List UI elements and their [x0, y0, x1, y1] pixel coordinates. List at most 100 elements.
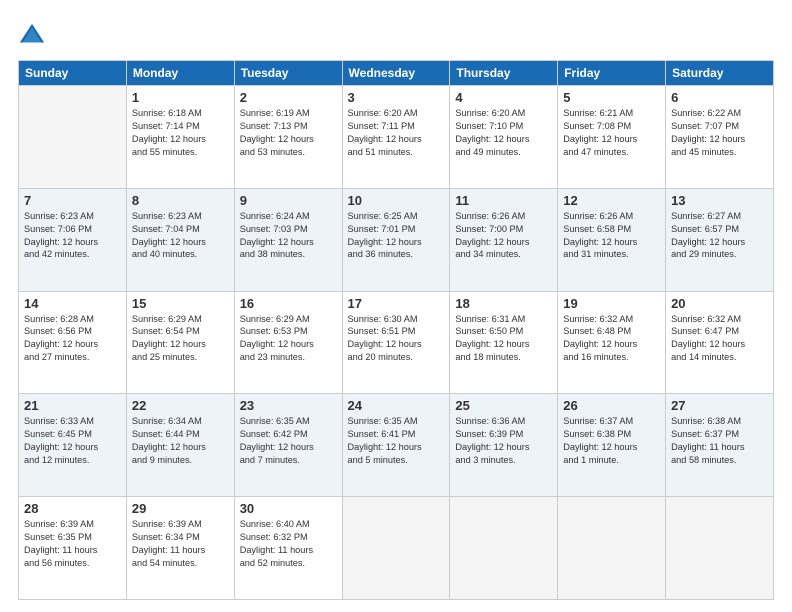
calendar-cell [666, 497, 774, 600]
day-info: Sunrise: 6:18 AM Sunset: 7:14 PM Dayligh… [132, 107, 229, 159]
day-info: Sunrise: 6:29 AM Sunset: 6:54 PM Dayligh… [132, 313, 229, 365]
calendar-day-header: Wednesday [342, 61, 450, 86]
calendar-cell: 30 Sunrise: 6:40 AM Sunset: 6:32 PM Dayli… [234, 497, 342, 600]
day-info: Sunrise: 6:40 AM Sunset: 6:32 PM Dayligh… [240, 518, 337, 570]
calendar-cell: 23Sunrise: 6:35 AM Sunset: 6:42 PM Dayli… [234, 394, 342, 497]
day-number: 2 [240, 90, 337, 105]
day-info: Sunrise: 6:28 AM Sunset: 6:56 PM Dayligh… [24, 313, 121, 365]
calendar-cell: 2 Sunrise: 6:19 AM Sunset: 7:13 PM Daylig… [234, 86, 342, 189]
day-number: 30 [240, 501, 337, 516]
day-info: Sunrise: 6:37 AM Sunset: 6:38 PM Dayligh… [563, 415, 660, 467]
day-number: 6 [671, 90, 768, 105]
calendar-cell: 28 Sunrise: 6:39 AM Sunset: 6:35 PM Dayli… [19, 497, 127, 600]
calendar-cell: 27 Sunrise: 6:38 AM Sunset: 6:37 PM Dayli… [666, 394, 774, 497]
day-number: 20 [671, 296, 768, 311]
calendar-cell: 16 Sunrise: 6:29 AM Sunset: 6:53 PM Dayli… [234, 291, 342, 394]
day-number: 27 [671, 398, 768, 413]
calendar-week-row: 7 Sunrise: 6:23 AM Sunset: 7:06 PM Daylig… [19, 188, 774, 291]
calendar-cell: 22 Sunrise: 6:34 AM Sunset: 6:44 PM Dayli… [126, 394, 234, 497]
day-number: 11 [455, 193, 552, 208]
calendar-cell [342, 497, 450, 600]
day-info: Sunrise: 6:27 AM Sunset: 6:57 PM Dayligh… [671, 210, 768, 262]
calendar-day-header: Tuesday [234, 61, 342, 86]
day-number: 28 [24, 501, 121, 516]
calendar-cell: 9 Sunrise: 6:24 AM Sunset: 7:03 PM Daylig… [234, 188, 342, 291]
logo-icon [18, 22, 46, 50]
calendar-cell [450, 497, 558, 600]
day-info: Sunrise: 6:23 AM Sunset: 7:04 PM Dayligh… [132, 210, 229, 262]
calendar-week-row: 14 Sunrise: 6:28 AM Sunset: 6:56 PM Dayli… [19, 291, 774, 394]
calendar-cell: 24 Sunrise: 6:35 AM Sunset: 6:41 PM Dayli… [342, 394, 450, 497]
day-info: Sunrise: 6:26 AM Sunset: 7:00 PM Dayligh… [455, 210, 552, 262]
day-info: Sunrise: 6:22 AM Sunset: 7:07 PM Dayligh… [671, 107, 768, 159]
day-number: 21 [24, 398, 121, 413]
calendar-week-row: 21 Sunrise: 6:33 AM Sunset: 6:45 PM Dayli… [19, 394, 774, 497]
header [18, 18, 774, 50]
calendar-header-row: SundayMondayTuesdayWednesdayThursdayFrid… [19, 61, 774, 86]
day-info: Sunrise: 6:24 AM Sunset: 7:03 PM Dayligh… [240, 210, 337, 262]
calendar-day-header: Monday [126, 61, 234, 86]
calendar-cell: 15 Sunrise: 6:29 AM Sunset: 6:54 PM Dayli… [126, 291, 234, 394]
calendar-cell: 4Sunrise: 6:20 AM Sunset: 7:10 PM Daylig… [450, 86, 558, 189]
day-number: 8 [132, 193, 229, 208]
day-info: Sunrise: 6:35 AM Sunset: 6:41 PM Dayligh… [348, 415, 445, 467]
page: SundayMondayTuesdayWednesdayThursdayFrid… [0, 0, 792, 612]
calendar-cell: 11 Sunrise: 6:26 AM Sunset: 7:00 PM Dayli… [450, 188, 558, 291]
day-number: 3 [348, 90, 445, 105]
day-info: Sunrise: 6:33 AM Sunset: 6:45 PM Dayligh… [24, 415, 121, 467]
day-number: 29 [132, 501, 229, 516]
day-info: Sunrise: 6:25 AM Sunset: 7:01 PM Dayligh… [348, 210, 445, 262]
day-number: 24 [348, 398, 445, 413]
calendar-cell: 8 Sunrise: 6:23 AM Sunset: 7:04 PM Daylig… [126, 188, 234, 291]
day-info: Sunrise: 6:39 AM Sunset: 6:35 PM Dayligh… [24, 518, 121, 570]
calendar-cell: 14 Sunrise: 6:28 AM Sunset: 6:56 PM Dayli… [19, 291, 127, 394]
day-number: 12 [563, 193, 660, 208]
calendar-day-header: Sunday [19, 61, 127, 86]
day-number: 14 [24, 296, 121, 311]
calendar-day-header: Friday [558, 61, 666, 86]
day-info: Sunrise: 6:32 AM Sunset: 6:47 PM Dayligh… [671, 313, 768, 365]
day-info: Sunrise: 6:35 AM Sunset: 6:42 PM Dayligh… [240, 415, 337, 467]
calendar-cell: 20 Sunrise: 6:32 AM Sunset: 6:47 PM Dayli… [666, 291, 774, 394]
calendar-cell: 12Sunrise: 6:26 AM Sunset: 6:58 PM Dayli… [558, 188, 666, 291]
day-number: 7 [24, 193, 121, 208]
calendar-day-header: Saturday [666, 61, 774, 86]
day-info: Sunrise: 6:31 AM Sunset: 6:50 PM Dayligh… [455, 313, 552, 365]
day-number: 4 [455, 90, 552, 105]
day-number: 19 [563, 296, 660, 311]
day-number: 22 [132, 398, 229, 413]
day-number: 10 [348, 193, 445, 208]
day-info: Sunrise: 6:38 AM Sunset: 6:37 PM Dayligh… [671, 415, 768, 467]
day-info: Sunrise: 6:19 AM Sunset: 7:13 PM Dayligh… [240, 107, 337, 159]
calendar-cell: 29 Sunrise: 6:39 AM Sunset: 6:34 PM Dayli… [126, 497, 234, 600]
day-number: 9 [240, 193, 337, 208]
day-info: Sunrise: 6:36 AM Sunset: 6:39 PM Dayligh… [455, 415, 552, 467]
day-info: Sunrise: 6:21 AM Sunset: 7:08 PM Dayligh… [563, 107, 660, 159]
day-number: 16 [240, 296, 337, 311]
day-number: 17 [348, 296, 445, 311]
calendar-day-header: Thursday [450, 61, 558, 86]
day-info: Sunrise: 6:39 AM Sunset: 6:34 PM Dayligh… [132, 518, 229, 570]
calendar-week-row: 1Sunrise: 6:18 AM Sunset: 7:14 PM Daylig… [19, 86, 774, 189]
calendar-cell: 6 Sunrise: 6:22 AM Sunset: 7:07 PM Daylig… [666, 86, 774, 189]
day-number: 26 [563, 398, 660, 413]
calendar-cell: 19Sunrise: 6:32 AM Sunset: 6:48 PM Dayli… [558, 291, 666, 394]
day-info: Sunrise: 6:20 AM Sunset: 7:11 PM Dayligh… [348, 107, 445, 159]
day-info: Sunrise: 6:34 AM Sunset: 6:44 PM Dayligh… [132, 415, 229, 467]
day-number: 15 [132, 296, 229, 311]
calendar-cell: 25Sunrise: 6:36 AM Sunset: 6:39 PM Dayli… [450, 394, 558, 497]
calendar-cell: 18Sunrise: 6:31 AM Sunset: 6:50 PM Dayli… [450, 291, 558, 394]
calendar-cell: 13 Sunrise: 6:27 AM Sunset: 6:57 PM Dayli… [666, 188, 774, 291]
calendar-week-row: 28 Sunrise: 6:39 AM Sunset: 6:35 PM Dayli… [19, 497, 774, 600]
calendar-cell [558, 497, 666, 600]
day-number: 5 [563, 90, 660, 105]
calendar-cell: 7 Sunrise: 6:23 AM Sunset: 7:06 PM Daylig… [19, 188, 127, 291]
calendar-cell: 5 Sunrise: 6:21 AM Sunset: 7:08 PM Daylig… [558, 86, 666, 189]
day-number: 13 [671, 193, 768, 208]
day-info: Sunrise: 6:23 AM Sunset: 7:06 PM Dayligh… [24, 210, 121, 262]
calendar-cell: 26 Sunrise: 6:37 AM Sunset: 6:38 PM Dayli… [558, 394, 666, 497]
calendar-cell: 21 Sunrise: 6:33 AM Sunset: 6:45 PM Dayli… [19, 394, 127, 497]
calendar-cell: 1Sunrise: 6:18 AM Sunset: 7:14 PM Daylig… [126, 86, 234, 189]
day-info: Sunrise: 6:29 AM Sunset: 6:53 PM Dayligh… [240, 313, 337, 365]
calendar-cell: 3 Sunrise: 6:20 AM Sunset: 7:11 PM Daylig… [342, 86, 450, 189]
